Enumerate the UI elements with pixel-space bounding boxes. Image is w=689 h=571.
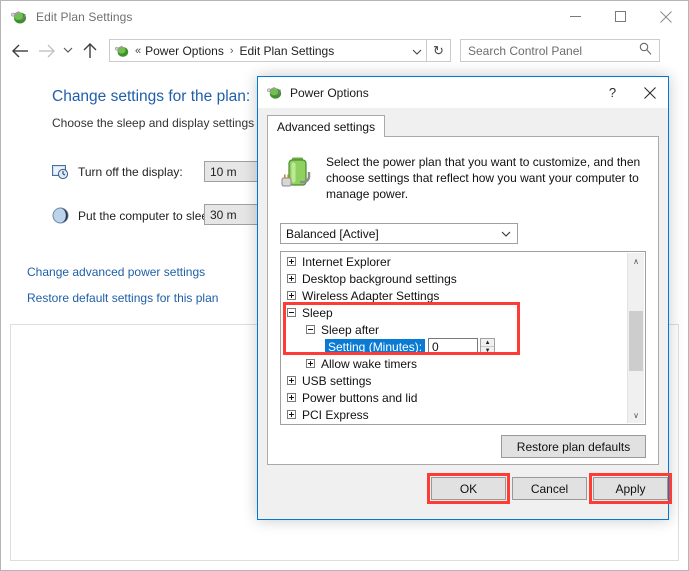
plan-select-value: Balanced [Active] [286, 227, 379, 241]
expander-collapsed-icon[interactable] [287, 393, 296, 402]
dialog-body: Advanced settings Select the power plan … [258, 108, 668, 519]
power-options-icon [114, 43, 130, 59]
tree-row-label: Desktop background settings [302, 272, 457, 286]
tree-row-sleep-after[interactable]: Sleep after [281, 321, 628, 338]
breadcrumb-edit-plan-settings[interactable]: Edit Plan Settings [240, 44, 335, 58]
tab-panel-advanced-settings: Select the power plan that you want to c… [267, 136, 659, 465]
tree-row-label: Wireless Adapter Settings [302, 289, 439, 303]
tree-row-label: USB settings [302, 374, 371, 388]
search-icon [639, 42, 652, 60]
setting-row-turn-off-display: Turn off the display: [52, 164, 183, 180]
advanced-settings-tree[interactable]: Internet Explorer Desktop background set… [280, 251, 646, 425]
refresh-glyph: ↻ [433, 44, 444, 57]
maximize-button[interactable] [598, 1, 643, 32]
scrollbar-thumb[interactable] [629, 311, 643, 371]
tree-row[interactable]: PCI Express [281, 406, 628, 423]
chevron-down-icon[interactable] [408, 42, 426, 60]
expander-collapsed-icon[interactable] [287, 257, 296, 266]
restore-plan-defaults-button[interactable]: Restore plan defaults [501, 435, 646, 458]
dialog-title-bar: Power Options ? [258, 77, 668, 108]
scroll-down-icon[interactable]: ∨ [628, 407, 644, 423]
tree-row[interactable]: Wireless Adapter Settings [281, 287, 628, 304]
dialog-caption-buttons: ? [594, 77, 668, 108]
window-title: Edit Plan Settings [36, 10, 133, 24]
setting-label-turn-off-display: Turn off the display: [78, 165, 183, 179]
recent-locations-chevron-down-icon[interactable] [59, 37, 77, 65]
back-arrow-icon[interactable] [7, 37, 33, 65]
tree-row-label: Sleep [302, 306, 333, 320]
dialog-footer: OK Cancel Apply [258, 465, 668, 519]
tab-advanced-settings[interactable]: Advanced settings [267, 115, 385, 137]
display-clock-icon [52, 164, 69, 180]
forward-arrow-icon [33, 37, 59, 65]
breadcrumb-power-options[interactable]: Power Options [145, 44, 224, 58]
setting-row-put-computer-to-sleep: Put the computer to sleep: [52, 207, 218, 224]
expander-collapsed-icon[interactable] [287, 410, 296, 419]
search-input[interactable]: Search Control Panel [460, 39, 660, 62]
dialog-close-button[interactable] [631, 77, 668, 108]
link-restore-default-settings[interactable]: Restore default settings for this plan [27, 291, 218, 305]
tree-row-allow-wake-timers[interactable]: Allow wake timers [281, 355, 628, 372]
tree-row-sleep[interactable]: Sleep [281, 304, 628, 321]
setting-minutes-input[interactable]: 0 [428, 338, 478, 355]
search-placeholder: Search Control Panel [468, 44, 582, 58]
spin-up-icon[interactable]: ▲ [481, 339, 494, 346]
tree-row-label: Power buttons and lid [302, 391, 417, 405]
expander-collapsed-icon[interactable] [306, 359, 315, 368]
address-bar[interactable]: « Power Options › Edit Plan Settings [109, 39, 427, 62]
help-button[interactable]: ? [594, 77, 631, 108]
power-plug-icon [266, 84, 283, 101]
tree-row-label: Sleep after [321, 323, 379, 337]
minimize-button[interactable] [553, 1, 598, 32]
battery-plug-icon [281, 154, 317, 192]
tab-strip: Advanced settings [267, 115, 659, 137]
expander-expanded-icon[interactable] [306, 325, 315, 334]
breadcrumb-separator: › [230, 45, 234, 57]
setting-minutes-control: 0 ▲ ▼ [428, 338, 495, 355]
expander-collapsed-icon[interactable] [287, 291, 296, 300]
tree-row[interactable]: USB settings [281, 372, 628, 389]
tree-row-label: Internet Explorer [302, 255, 391, 269]
quantity-stepper[interactable]: ▲ ▼ [480, 338, 495, 355]
tree-row[interactable]: Processor power management [281, 423, 628, 424]
tree-row-label: Allow wake timers [321, 357, 417, 371]
refresh-icon[interactable]: ↻ [427, 39, 451, 62]
power-options-dialog: Power Options ? Advanced settings [257, 76, 669, 520]
tree-row-setting-minutes[interactable]: Setting (Minutes): 0 ▲ ▼ [281, 338, 628, 355]
scroll-up-icon[interactable]: ∧ [628, 253, 644, 269]
page-title: Change settings for the plan: [52, 88, 250, 106]
setting-minutes-label: Setting (Minutes): [325, 339, 425, 355]
close-button[interactable] [643, 1, 688, 32]
spin-down-icon[interactable]: ▼ [481, 346, 494, 354]
expander-collapsed-icon[interactable] [287, 376, 296, 385]
ok-button[interactable]: OK [431, 477, 506, 500]
link-change-advanced-power-settings[interactable]: Change advanced power settings [27, 265, 205, 279]
dialog-title: Power Options [290, 86, 369, 100]
up-arrow-icon[interactable] [77, 37, 103, 65]
tree-row[interactable]: Internet Explorer [281, 253, 628, 270]
expander-collapsed-icon[interactable] [287, 274, 296, 283]
window-caption-buttons [553, 1, 688, 32]
intro-text: Select the power plan that you want to c… [326, 154, 644, 202]
navigation-bar: « Power Options › Edit Plan Settings ↻ S… [1, 32, 688, 69]
page-subtitle: Choose the sleep and display settings t [52, 116, 261, 130]
plan-select[interactable]: Balanced [Active] [280, 223, 518, 244]
address-prefix: « [135, 45, 141, 57]
power-options-icon [10, 8, 28, 26]
setting-label-put-computer-to-sleep: Put the computer to sleep: [78, 209, 218, 223]
expander-expanded-icon[interactable] [287, 308, 296, 317]
tree-scrollbar[interactable]: ∧ ∨ [627, 253, 644, 423]
cancel-button[interactable]: Cancel [512, 477, 587, 500]
tree-items: Internet Explorer Desktop background set… [281, 253, 628, 424]
window-title-bar: Edit Plan Settings [1, 1, 688, 32]
intro-block: Select the power plan that you want to c… [281, 154, 644, 202]
moon-sleep-icon [52, 207, 69, 224]
tree-row[interactable]: Desktop background settings [281, 270, 628, 287]
apply-button[interactable]: Apply [593, 477, 668, 500]
tree-row-label: PCI Express [302, 408, 369, 422]
chevron-down-icon [501, 229, 511, 239]
tree-row[interactable]: Power buttons and lid [281, 389, 628, 406]
